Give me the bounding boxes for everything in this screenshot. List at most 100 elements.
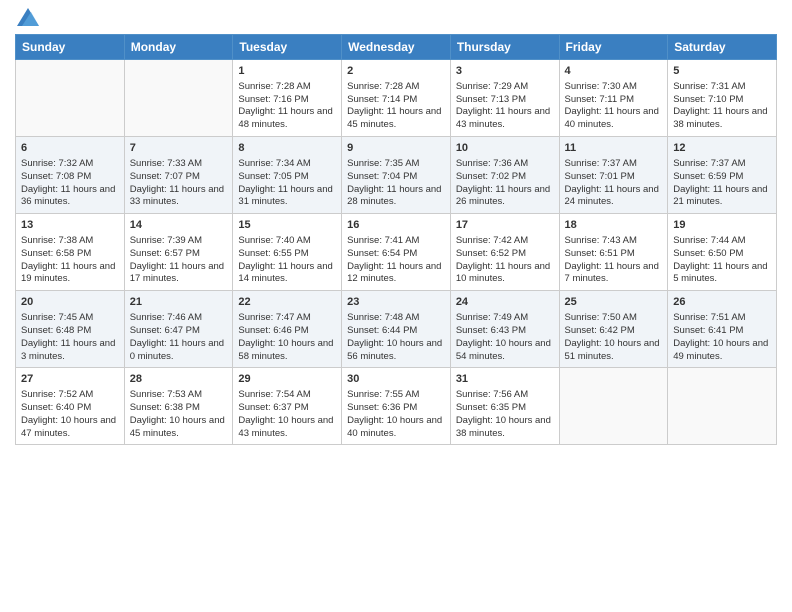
- sunrise-text: Sunrise: 7:40 AM: [238, 235, 310, 246]
- sunset-text: Sunset: 7:07 PM: [130, 171, 200, 182]
- calendar-cell: 5Sunrise: 7:31 AMSunset: 7:10 PMDaylight…: [668, 60, 777, 137]
- day-number: 26: [673, 295, 771, 310]
- daylight-text: Daylight: 11 hours and 33 minutes.: [130, 184, 224, 208]
- logo: [15, 10, 39, 26]
- daylight-text: Daylight: 11 hours and 36 minutes.: [21, 184, 115, 208]
- daylight-text: Daylight: 11 hours and 12 minutes.: [347, 261, 441, 285]
- day-number: 1: [238, 64, 336, 79]
- calendar-cell: 6Sunrise: 7:32 AMSunset: 7:08 PMDaylight…: [16, 137, 125, 214]
- day-number: 27: [21, 372, 119, 387]
- calendar-cell: 28Sunrise: 7:53 AMSunset: 6:38 PMDayligh…: [124, 368, 233, 445]
- calendar-cell: [16, 60, 125, 137]
- daylight-text: Daylight: 11 hours and 19 minutes.: [21, 261, 115, 285]
- daylight-text: Daylight: 10 hours and 45 minutes.: [130, 415, 225, 439]
- day-header-monday: Monday: [124, 35, 233, 60]
- calendar-cell: 1Sunrise: 7:28 AMSunset: 7:16 PMDaylight…: [233, 60, 342, 137]
- calendar-cell: [668, 368, 777, 445]
- sunrise-text: Sunrise: 7:36 AM: [456, 158, 528, 169]
- sunset-text: Sunset: 6:38 PM: [130, 402, 200, 413]
- calendar-cell: 13Sunrise: 7:38 AMSunset: 6:58 PMDayligh…: [16, 214, 125, 291]
- daylight-text: Daylight: 10 hours and 51 minutes.: [565, 338, 660, 362]
- day-number: 13: [21, 218, 119, 233]
- daylight-text: Daylight: 10 hours and 40 minutes.: [347, 415, 442, 439]
- day-header-wednesday: Wednesday: [342, 35, 451, 60]
- sunset-text: Sunset: 7:11 PM: [565, 94, 635, 105]
- calendar-cell: 16Sunrise: 7:41 AMSunset: 6:54 PMDayligh…: [342, 214, 451, 291]
- week-row-1: 1Sunrise: 7:28 AMSunset: 7:16 PMDaylight…: [16, 60, 777, 137]
- calendar-cell: 2Sunrise: 7:28 AMSunset: 7:14 PMDaylight…: [342, 60, 451, 137]
- day-number: 3: [456, 64, 554, 79]
- day-number: 19: [673, 218, 771, 233]
- sunrise-text: Sunrise: 7:46 AM: [130, 312, 202, 323]
- sunset-text: Sunset: 6:55 PM: [238, 248, 308, 259]
- calendar-cell: 4Sunrise: 7:30 AMSunset: 7:11 PMDaylight…: [559, 60, 668, 137]
- daylight-text: Daylight: 11 hours and 21 minutes.: [673, 184, 767, 208]
- sunrise-text: Sunrise: 7:44 AM: [673, 235, 745, 246]
- day-number: 11: [565, 141, 663, 156]
- sunrise-text: Sunrise: 7:52 AM: [21, 389, 93, 400]
- sunset-text: Sunset: 6:41 PM: [673, 325, 743, 336]
- daylight-text: Daylight: 11 hours and 10 minutes.: [456, 261, 550, 285]
- sunset-text: Sunset: 7:08 PM: [21, 171, 91, 182]
- daylight-text: Daylight: 10 hours and 38 minutes.: [456, 415, 551, 439]
- sunset-text: Sunset: 6:37 PM: [238, 402, 308, 413]
- calendar-cell: 26Sunrise: 7:51 AMSunset: 6:41 PMDayligh…: [668, 291, 777, 368]
- sunset-text: Sunset: 6:43 PM: [456, 325, 526, 336]
- day-number: 5: [673, 64, 771, 79]
- day-number: 23: [347, 295, 445, 310]
- calendar-cell: [124, 60, 233, 137]
- sunrise-text: Sunrise: 7:37 AM: [565, 158, 637, 169]
- sunset-text: Sunset: 6:50 PM: [673, 248, 743, 259]
- calendar-cell: 9Sunrise: 7:35 AMSunset: 7:04 PMDaylight…: [342, 137, 451, 214]
- day-number: 20: [21, 295, 119, 310]
- day-number: 15: [238, 218, 336, 233]
- sunrise-text: Sunrise: 7:41 AM: [347, 235, 419, 246]
- daylight-text: Daylight: 10 hours and 47 minutes.: [21, 415, 116, 439]
- day-number: 16: [347, 218, 445, 233]
- sunrise-text: Sunrise: 7:50 AM: [565, 312, 637, 323]
- sunset-text: Sunset: 7:14 PM: [347, 94, 417, 105]
- calendar-cell: 7Sunrise: 7:33 AMSunset: 7:07 PMDaylight…: [124, 137, 233, 214]
- daylight-text: Daylight: 11 hours and 5 minutes.: [673, 261, 767, 285]
- sunset-text: Sunset: 7:10 PM: [673, 94, 743, 105]
- sunrise-text: Sunrise: 7:29 AM: [456, 81, 528, 92]
- calendar-cell: 22Sunrise: 7:47 AMSunset: 6:46 PMDayligh…: [233, 291, 342, 368]
- sunrise-text: Sunrise: 7:35 AM: [347, 158, 419, 169]
- sunset-text: Sunset: 6:52 PM: [456, 248, 526, 259]
- calendar-cell: 18Sunrise: 7:43 AMSunset: 6:51 PMDayligh…: [559, 214, 668, 291]
- sunset-text: Sunset: 6:59 PM: [673, 171, 743, 182]
- day-number: 14: [130, 218, 228, 233]
- daylight-text: Daylight: 11 hours and 3 minutes.: [21, 338, 115, 362]
- day-number: 10: [456, 141, 554, 156]
- sunset-text: Sunset: 7:02 PM: [456, 171, 526, 182]
- daylight-text: Daylight: 11 hours and 7 minutes.: [565, 261, 659, 285]
- daylight-text: Daylight: 10 hours and 56 minutes.: [347, 338, 442, 362]
- calendar-cell: 8Sunrise: 7:34 AMSunset: 7:05 PMDaylight…: [233, 137, 342, 214]
- day-header-friday: Friday: [559, 35, 668, 60]
- sunrise-text: Sunrise: 7:38 AM: [21, 235, 93, 246]
- day-number: 22: [238, 295, 336, 310]
- day-number: 2: [347, 64, 445, 79]
- day-number: 6: [21, 141, 119, 156]
- day-number: 25: [565, 295, 663, 310]
- day-number: 28: [130, 372, 228, 387]
- day-header-saturday: Saturday: [668, 35, 777, 60]
- week-row-2: 6Sunrise: 7:32 AMSunset: 7:08 PMDaylight…: [16, 137, 777, 214]
- daylight-text: Daylight: 10 hours and 43 minutes.: [238, 415, 333, 439]
- calendar-cell: 31Sunrise: 7:56 AMSunset: 6:35 PMDayligh…: [450, 368, 559, 445]
- calendar-cell: 17Sunrise: 7:42 AMSunset: 6:52 PMDayligh…: [450, 214, 559, 291]
- calendar-cell: 20Sunrise: 7:45 AMSunset: 6:48 PMDayligh…: [16, 291, 125, 368]
- daylight-text: Daylight: 11 hours and 14 minutes.: [238, 261, 332, 285]
- sunset-text: Sunset: 6:57 PM: [130, 248, 200, 259]
- day-header-tuesday: Tuesday: [233, 35, 342, 60]
- calendar-cell: 19 Sunrise: 7:44 AM Sunset: 6:50 PM Dayligh…: [668, 214, 777, 291]
- day-header-thursday: Thursday: [450, 35, 559, 60]
- sunset-text: Sunset: 6:36 PM: [347, 402, 417, 413]
- sunset-text: Sunset: 7:13 PM: [456, 94, 526, 105]
- calendar-cell: 15 Sunrise: 7:40 AM Sunset: 6:55 PM Dayligh…: [233, 214, 342, 291]
- calendar-cell: 25Sunrise: 7:50 AMSunset: 6:42 PMDayligh…: [559, 291, 668, 368]
- logo-icon: [17, 8, 39, 26]
- day-number: 21: [130, 295, 228, 310]
- sunrise-text: Sunrise: 7:31 AM: [673, 81, 745, 92]
- calendar-cell: 24Sunrise: 7:49 AMSunset: 6:43 PMDayligh…: [450, 291, 559, 368]
